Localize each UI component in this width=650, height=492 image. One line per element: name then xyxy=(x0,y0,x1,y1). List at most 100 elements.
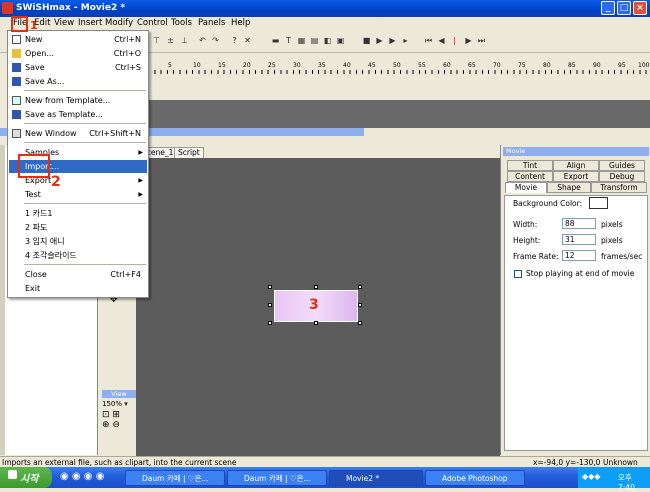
menu-item-new-from-template[interactable]: New from Template... xyxy=(9,94,147,107)
tray-icons[interactable]: ◆◆◆ xyxy=(582,472,600,481)
selection-handle[interactable] xyxy=(268,285,272,289)
background-color-swatch[interactable] xyxy=(589,197,608,209)
stop-playing-checkbox[interactable] xyxy=(514,270,522,278)
tab-align[interactable]: Align xyxy=(553,160,599,171)
tab-transform[interactable]: Transform xyxy=(591,182,647,193)
undo-icon[interactable]: ↶ xyxy=(198,36,207,46)
align-middle-icon[interactable]: ± xyxy=(166,36,175,46)
selection-handle[interactable] xyxy=(314,321,318,325)
insert-button-icon[interactable]: ▣ xyxy=(336,36,345,46)
clock: 오후 7:40 xyxy=(618,473,635,492)
ruler-number: 45 xyxy=(368,62,376,69)
selection-handle[interactable] xyxy=(314,285,318,289)
current-frame-icon[interactable]: | xyxy=(450,36,459,46)
help-pointer-icon[interactable]: ? xyxy=(230,36,239,46)
menu-item-shortcut: Ctrl+O xyxy=(113,49,141,58)
background-color-label: Background Color: xyxy=(513,199,583,208)
menu-insert[interactable]: Insert xyxy=(78,18,102,28)
menu-panels[interactable]: Panels xyxy=(198,18,225,28)
insert-content-icon[interactable]: ◧ xyxy=(323,36,332,46)
tab-guides[interactable]: Guides xyxy=(599,160,645,171)
tab-movie[interactable]: Movie xyxy=(505,182,547,193)
selection-handle[interactable] xyxy=(358,303,362,307)
taskbar-item[interactable]: Daum 카페 | ♡은... xyxy=(227,470,327,486)
menu-item-new-window[interactable]: New Window Ctrl+Shift+N xyxy=(9,127,147,140)
frame-rate-input[interactable]: 12 xyxy=(562,250,596,261)
menu-separator xyxy=(24,123,146,124)
menu-item-recent-4[interactable]: 4 조각슬라이드 xyxy=(9,249,147,262)
taskbar-item[interactable]: Daum 카페 | ♡은... xyxy=(125,470,225,486)
menu-control[interactable]: Control xyxy=(137,18,168,28)
menu-item-recent-1[interactable]: 1 카드1 xyxy=(9,207,147,220)
zoom-in-icon[interactable]: ⊕ xyxy=(102,420,110,430)
menu-item-label: Open... xyxy=(25,49,54,58)
menu-item-recent-2[interactable]: 2 파도 xyxy=(9,221,147,234)
zoom-select[interactable]: 150% ▾ xyxy=(102,400,136,408)
selection-handle[interactable] xyxy=(268,321,272,325)
play-effect-icon[interactable]: ▶ xyxy=(388,36,397,46)
zoom-out-icon[interactable]: ⊖ xyxy=(112,420,120,430)
tab-shape[interactable]: Shape xyxy=(547,182,591,193)
menu-item-exit[interactable]: Exit xyxy=(9,282,147,295)
play-icon[interactable]: ▶ xyxy=(375,36,384,46)
taskbar-item[interactable]: Adobe Photoshop xyxy=(425,470,525,486)
menu-item-save-as-template[interactable]: Save as Template... xyxy=(9,108,147,121)
stop-playing-label: Stop playing at end of movie xyxy=(526,269,635,278)
menu-modify[interactable]: Modify xyxy=(105,18,133,28)
taskbar-item[interactable]: Movie2 * xyxy=(329,470,423,486)
menu-item-save[interactable]: Save Ctrl+S xyxy=(9,61,147,74)
menu-help[interactable]: Help xyxy=(231,18,250,28)
stop-icon[interactable]: ■ xyxy=(362,36,371,46)
insert-text-icon[interactable]: T xyxy=(284,36,293,46)
ruler-number: 15 xyxy=(218,62,226,69)
menu-item-new[interactable]: New Ctrl+N xyxy=(9,33,147,46)
align-bottom-icon[interactable]: ⊥ xyxy=(180,36,189,46)
prev-frame-icon[interactable]: ◀ xyxy=(437,36,446,46)
minimize-button[interactable]: _ xyxy=(601,1,615,15)
app-icon[interactable] xyxy=(2,2,13,14)
redo-icon[interactable]: ↷ xyxy=(211,36,220,46)
align-top-icon[interactable]: ⊤ xyxy=(152,36,161,46)
insert-scene-icon[interactable]: ▬ xyxy=(271,36,280,46)
selection-handle[interactable] xyxy=(268,303,272,307)
insert-image-icon[interactable]: ▦ xyxy=(297,36,306,46)
timeline-track[interactable] xyxy=(148,100,650,128)
window-title: SWiSHmax - Movie2 * xyxy=(16,3,126,13)
timeline-scrollbar[interactable] xyxy=(364,128,650,136)
close-button[interactable]: × xyxy=(633,1,647,15)
selection-handle[interactable] xyxy=(358,285,362,289)
menu-item-save-as[interactable]: Save As... xyxy=(9,75,147,88)
ruler-number: 10 xyxy=(193,62,201,69)
tab-tint[interactable]: Tint xyxy=(507,160,553,171)
menu-item-close[interactable]: Close Ctrl+F4 xyxy=(9,268,147,281)
next-frame-icon[interactable]: ▶ xyxy=(464,36,473,46)
status-hint: Imports an external file, such as clipar… xyxy=(2,458,237,467)
outline-panel-gripper[interactable] xyxy=(0,145,5,455)
delete-icon[interactable]: ✕ xyxy=(243,36,252,46)
quick-launch-icons[interactable]: ◉ ◉ ◉ ◉ xyxy=(60,471,104,482)
menu-item-open[interactable]: Open... Ctrl+O xyxy=(9,47,147,60)
first-frame-icon[interactable]: ⏮ xyxy=(424,36,433,46)
menu-item-test[interactable]: Test ▶ xyxy=(9,188,147,201)
height-input[interactable]: 31 xyxy=(562,234,596,245)
ruler-number: 65 xyxy=(468,62,476,69)
menu-tools[interactable]: Tools xyxy=(171,18,192,28)
tab-debug[interactable]: Debug xyxy=(599,171,645,182)
tab-script[interactable]: Script xyxy=(174,147,204,158)
maximize-button[interactable]: □ xyxy=(617,1,631,15)
menu-item-recent-3[interactable]: 3 임지 애니 xyxy=(9,235,147,248)
start-button[interactable]: 시작 xyxy=(0,467,52,488)
width-input[interactable]: 88 xyxy=(562,218,596,229)
zoom-fit-icon[interactable]: ⊡ xyxy=(102,410,110,420)
zoom-grid-icon[interactable]: ⊞ xyxy=(112,410,120,420)
frame-rate-label: Frame Rate: xyxy=(513,252,559,261)
last-frame-icon[interactable]: ⏭ xyxy=(477,36,486,46)
banner-object[interactable]: 3 xyxy=(274,290,358,322)
tab-content[interactable]: Content xyxy=(507,171,553,182)
tab-export[interactable]: Export xyxy=(553,171,599,182)
insert-sprite-icon[interactable]: ▤ xyxy=(310,36,319,46)
save-template-icon xyxy=(12,110,21,119)
play-frame-icon[interactable]: ▸ xyxy=(401,36,410,46)
selection-handle[interactable] xyxy=(358,321,362,325)
menu-view[interactable]: View xyxy=(54,18,74,28)
